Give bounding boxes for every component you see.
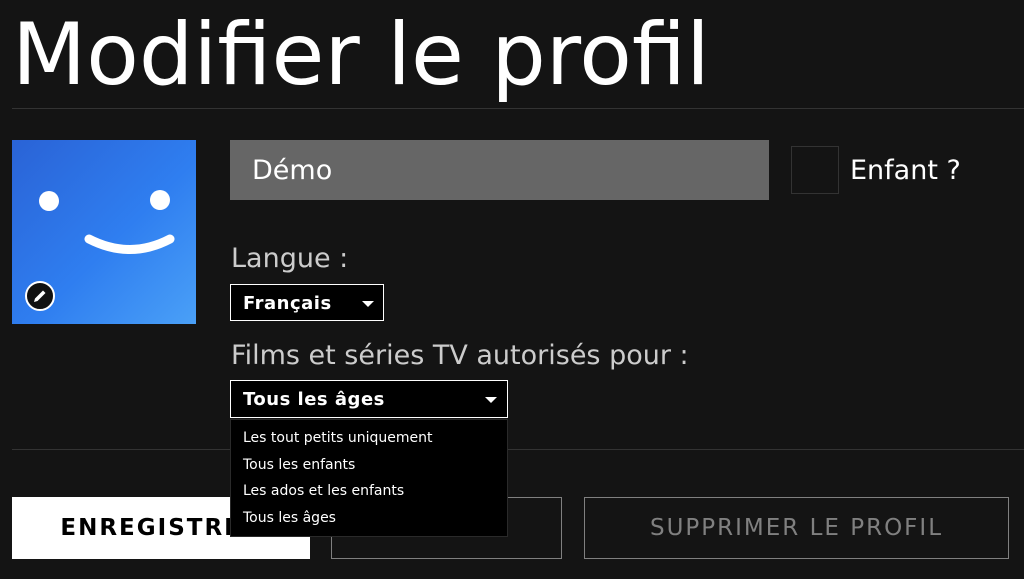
header-divider: [12, 108, 1024, 109]
delete-profile-button[interactable]: SUPPRIMER LE PROFIL: [584, 497, 1009, 559]
edit-profile-page: Modifier le profil Enfant ? Langue : Fra…: [0, 0, 1024, 579]
maturity-option[interactable]: Tous les âges: [243, 509, 336, 527]
maturity-selected-value: Tous les âges: [243, 389, 385, 410]
chevron-down-icon: [485, 397, 497, 403]
maturity-label: Films et séries TV autorisés pour :: [231, 340, 689, 371]
maturity-option[interactable]: Les tout petits uniquement: [243, 429, 433, 447]
kid-profile-checkbox[interactable]: [791, 146, 839, 194]
maturity-select[interactable]: Tous les âges: [230, 380, 508, 418]
edit-avatar-button[interactable]: [25, 281, 55, 311]
maturity-option[interactable]: Les ados et les enfants: [243, 482, 404, 500]
maturity-dropdown-menu: Les tout petits uniquement Tous les enfa…: [230, 419, 508, 537]
language-select[interactable]: Français: [230, 284, 384, 321]
language-selected-value: Français: [243, 293, 332, 314]
pencil-icon: [34, 290, 46, 302]
page-title: Modifier le profil: [12, 5, 710, 105]
chevron-down-icon: [362, 301, 374, 307]
maturity-option[interactable]: Tous les enfants: [243, 456, 355, 474]
kid-profile-label: Enfant ?: [850, 155, 961, 186]
profile-name-input[interactable]: [230, 140, 769, 200]
footer-divider: [12, 449, 1024, 450]
language-label: Langue :: [231, 243, 349, 274]
